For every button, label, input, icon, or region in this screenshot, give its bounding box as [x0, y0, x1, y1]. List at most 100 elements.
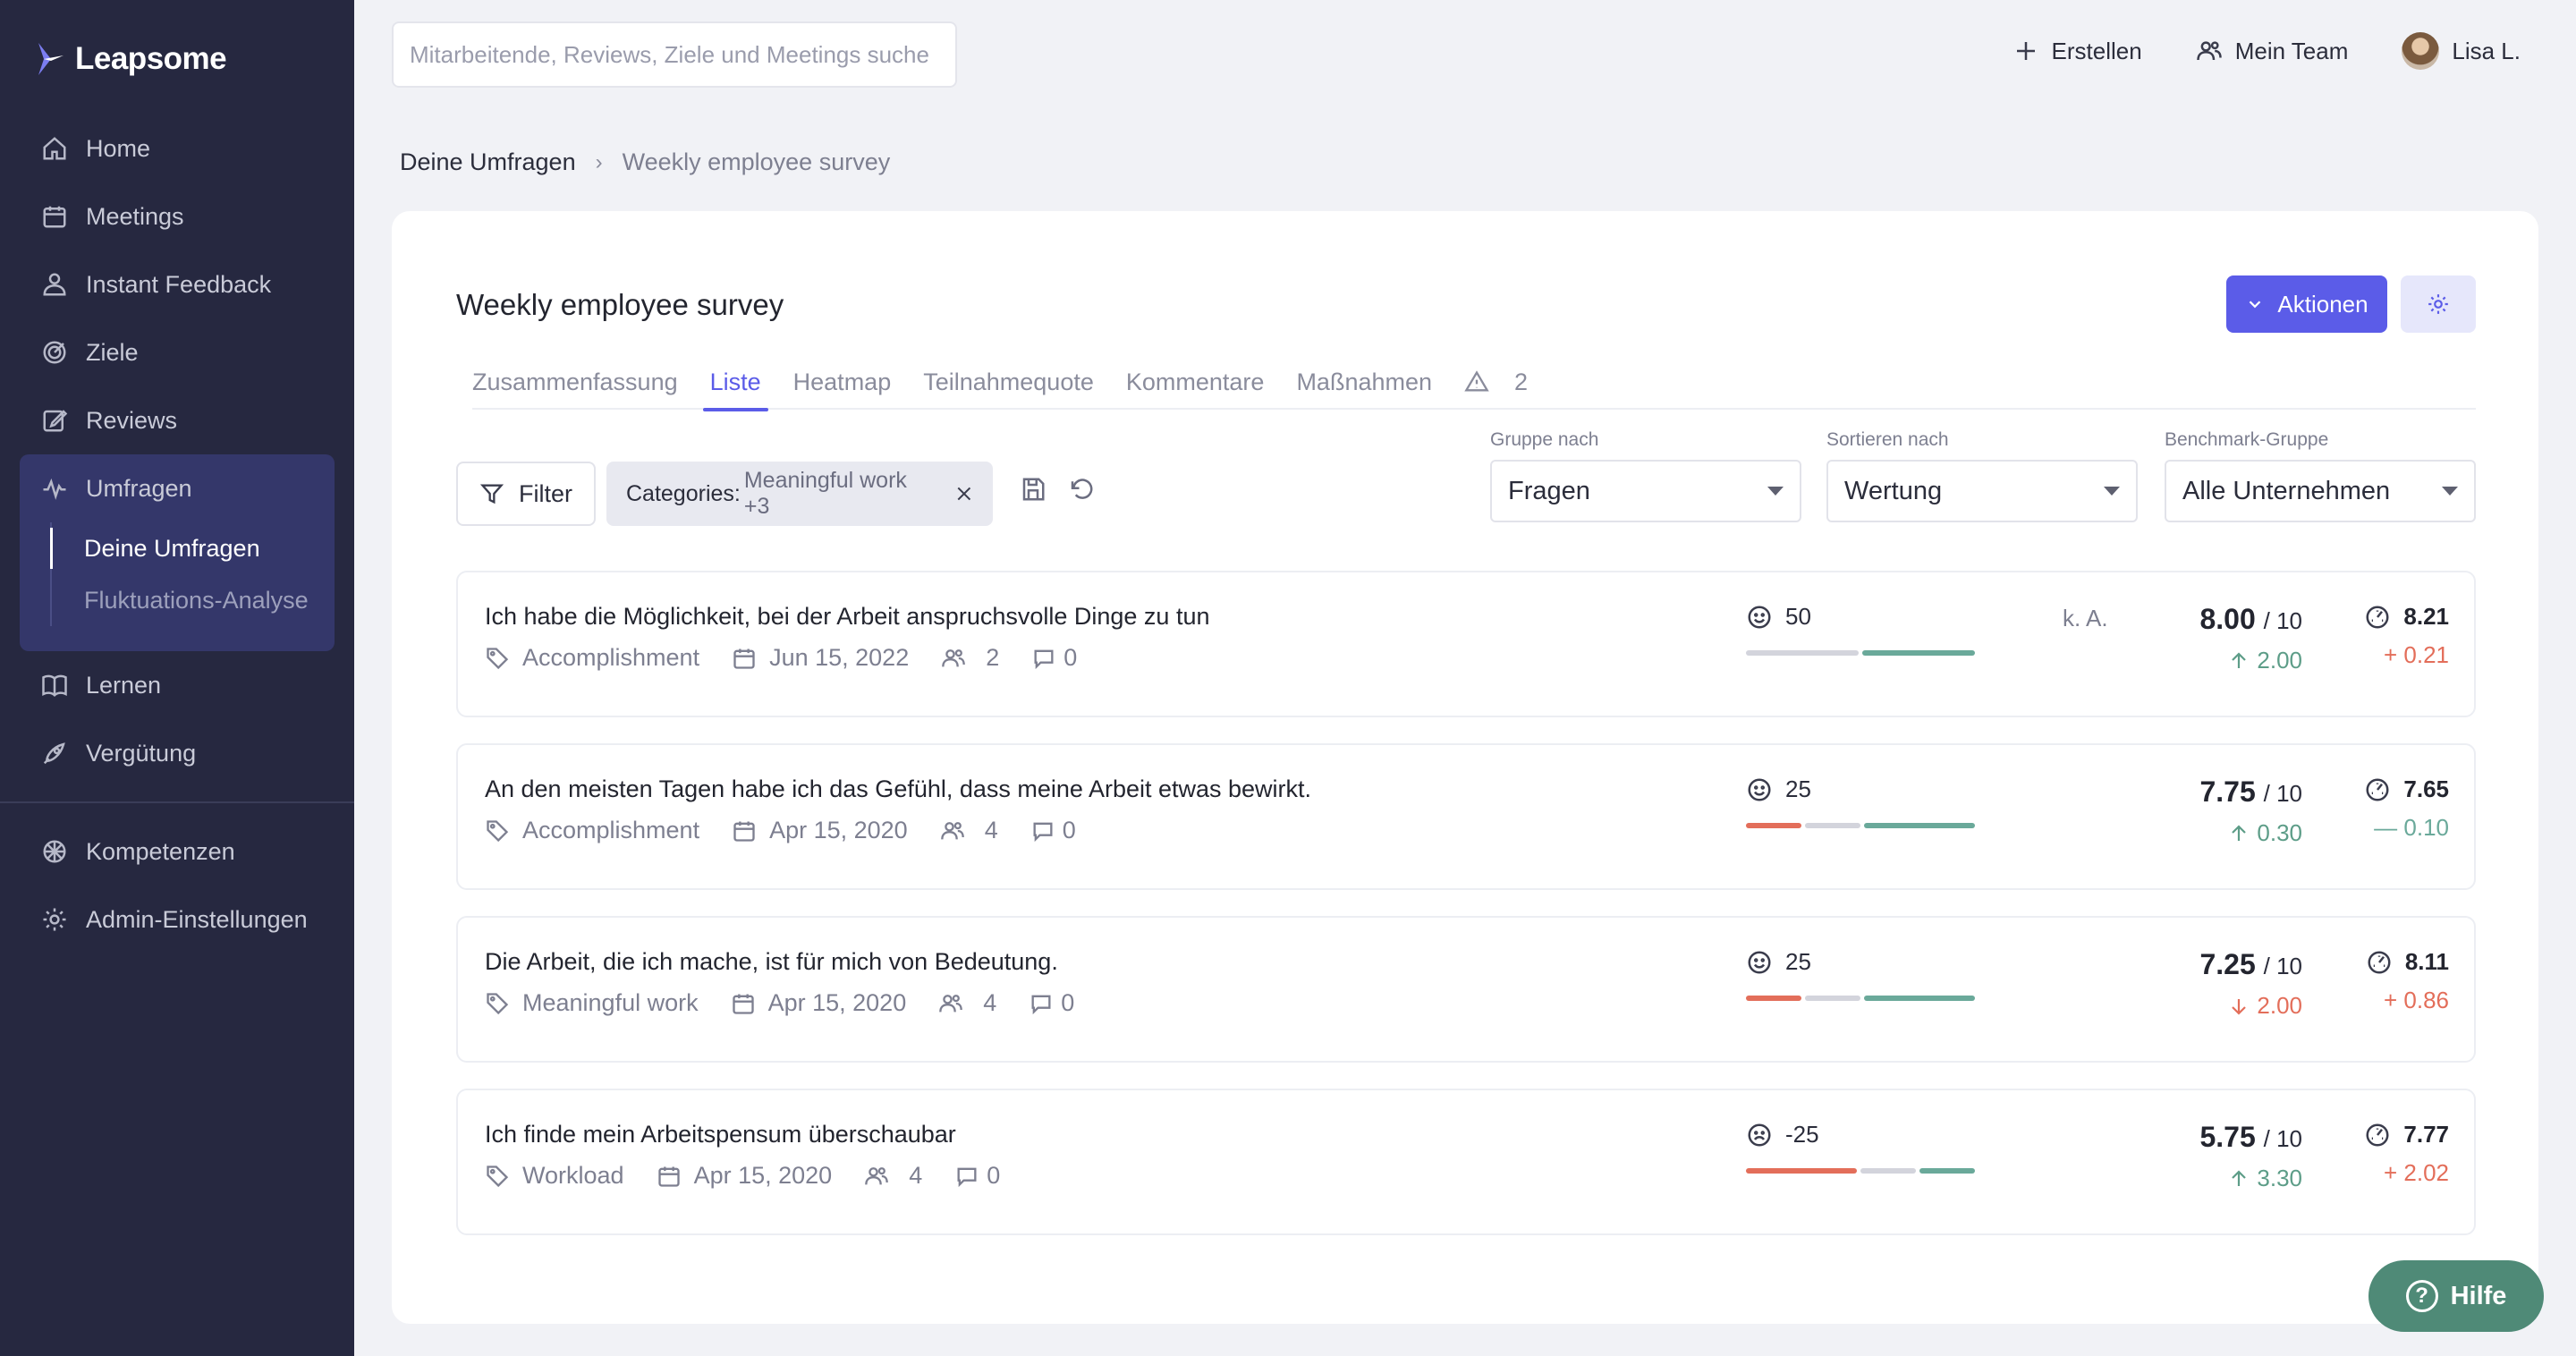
leapsome-logo-icon — [38, 43, 64, 75]
home-icon — [43, 137, 66, 160]
sentiment-score: 25 — [1746, 948, 1979, 1001]
survey-tabs: Zusammenfassung Liste Heatmap Teilnahmeq… — [472, 354, 2476, 411]
sidebar-item-instant-feedback[interactable]: Instant Feedback — [0, 250, 354, 318]
tab-zusammenfassung[interactable]: Zusammenfassung — [472, 354, 694, 410]
distribution-negative — [1746, 996, 1801, 1001]
my-team-button[interactable]: Mein Team — [2196, 38, 2348, 65]
comment-icon — [1033, 822, 1053, 842]
sidebar-item-label: Meetings — [86, 202, 184, 230]
chevron-down-icon — [2250, 301, 2261, 309]
sentiment-value: 25 — [1785, 775, 1811, 802]
tag-icon — [487, 819, 509, 842]
benchmark-dropdown[interactable]: Alle Unternehmen — [2165, 460, 2476, 522]
comment-count[interactable]: 0 — [1031, 644, 1077, 672]
question-row[interactable]: Ich finde mein Arbeitspensum überschauba… — [456, 1089, 2476, 1235]
settings-button[interactable] — [2401, 275, 2476, 333]
score-delta-value: 0.30 — [2257, 819, 2302, 846]
reset-icon — [1071, 479, 1093, 499]
sidebar-subitem-deine-umfragen[interactable]: Deine Umfragen — [50, 522, 335, 574]
respondents-value: 4 — [984, 817, 998, 843]
help-label: Hilfe — [2450, 1281, 2507, 1310]
sidebar-item-lernen[interactable]: Lernen — [0, 651, 354, 719]
calendar-icon — [43, 206, 66, 228]
group-by-dropdown[interactable]: Fragen — [1490, 460, 1801, 522]
sentiment-score-top: 50 — [1746, 603, 1979, 631]
sidebar-item-kompetenzen[interactable]: Kompetenzen — [0, 818, 354, 886]
smile-icon — [1748, 778, 1771, 801]
breadcrumb-parent[interactable]: Deine Umfragen — [400, 148, 576, 176]
question-row[interactable]: Die Arbeit, die ich mache, ist für mich … — [456, 916, 2476, 1063]
filter-button[interactable]: Filter — [456, 462, 596, 526]
group-by-value: Fragen — [1508, 476, 1590, 505]
avatar — [2402, 32, 2440, 70]
sidebar-item-meetings[interactable]: Meetings — [0, 182, 354, 250]
question-text: Ich finde mein Arbeitspensum überschauba… — [485, 1121, 956, 1148]
caret-down-icon — [2442, 487, 2458, 496]
sidebar-item-ziele[interactable]: Ziele — [0, 318, 354, 386]
sort-by-label: Sortieren nach — [1826, 429, 1949, 450]
tab-warnings[interactable]: 2 — [1448, 354, 1544, 410]
sort-by-dropdown[interactable]: Wertung — [1826, 460, 2138, 522]
question-date: Apr 15, 2020 — [732, 817, 908, 844]
leapsome-logo[interactable]: Leapsome — [36, 41, 227, 77]
search-input[interactable] — [392, 21, 957, 88]
target-icon — [43, 341, 66, 364]
sidebar-subitem-fluktuations-analyse[interactable]: Fluktuations-Analyse — [52, 574, 335, 626]
sidebar-item-home[interactable]: Home — [0, 114, 354, 182]
help-button[interactable]: ? Hilfe — [2368, 1260, 2544, 1332]
calendar-icon — [732, 994, 754, 1014]
warnings-count: 2 — [1514, 368, 1529, 395]
comment-count[interactable]: 0 — [954, 1162, 1000, 1190]
average-score-value: 5.75 / 10 — [2199, 1121, 2302, 1154]
sentiment-score: 25 — [1746, 775, 1979, 828]
sentiment-score: 50 — [1746, 603, 1979, 656]
sentiment-value: -25 — [1785, 1121, 1819, 1148]
group-by-label: Gruppe nach — [1490, 429, 1599, 450]
smile-icon — [1748, 606, 1771, 628]
save-filter-button[interactable] — [1020, 476, 1050, 506]
benchmark-main: 7.77 — [2364, 1121, 2449, 1148]
category-tag: Meaningful work — [485, 989, 699, 1017]
calendar-icon — [733, 821, 755, 842]
tab-kommentare[interactable]: Kommentare — [1110, 354, 1281, 410]
benchmark-value: 7.77 — [2403, 1121, 2449, 1148]
question-row[interactable]: An den meisten Tagen habe ich das Gefühl… — [456, 743, 2476, 890]
benchmark-gauge-icon — [2366, 606, 2389, 628]
score-value: 5.75 — [2199, 1121, 2256, 1153]
gear-icon — [2428, 294, 2448, 314]
reset-filter-button[interactable] — [1068, 476, 1098, 506]
close-icon[interactable] — [955, 485, 973, 503]
user-menu[interactable]: Lisa L. — [2402, 32, 2521, 70]
sidebar-item-umfragen[interactable]: Umfragen — [20, 454, 335, 522]
save-icon — [1022, 478, 1045, 501]
distribution-bar — [1746, 823, 1975, 828]
comment-count[interactable]: 0 — [1030, 817, 1076, 844]
score-delta-value: 2.00 — [2257, 647, 2302, 674]
distribution-positive — [1864, 823, 1975, 828]
sidebar-item-admin-einstellungen[interactable]: Admin-Einstellungen — [0, 886, 354, 953]
sidebar-item-verguetung[interactable]: Vergütung — [0, 719, 354, 787]
actions-button[interactable]: Aktionen — [2226, 275, 2387, 333]
date-label: Apr 15, 2020 — [767, 989, 907, 1016]
question-row[interactable]: Ich habe die Möglichkeit, bei der Arbeit… — [456, 571, 2476, 717]
tab-massnahmen[interactable]: Maßnahmen — [1280, 354, 1448, 410]
tab-liste[interactable]: Liste — [694, 354, 777, 411]
comments-value: 0 — [1062, 817, 1076, 843]
tab-teilnahmequote[interactable]: Teilnahmequote — [907, 354, 1110, 410]
category-filter-chip[interactable]: Categories: Meaningful work +3 — [606, 462, 993, 526]
sidebar-item-label: Home — [86, 134, 151, 162]
sentiment-score-top: 25 — [1746, 775, 1979, 803]
benchmark-score: 7.65 — 0.10 — [2364, 775, 2449, 842]
filter-icon — [479, 484, 504, 504]
sidebar-item-reviews[interactable]: Reviews — [0, 386, 354, 454]
sentiment-value: 50 — [1785, 603, 1811, 630]
tab-heatmap[interactable]: Heatmap — [777, 354, 908, 410]
sidebar-item-label: Lernen — [86, 671, 162, 699]
comment-count[interactable]: 0 — [1029, 989, 1074, 1017]
create-button[interactable]: Erstellen — [2012, 38, 2142, 65]
question-meta: Accomplishment Apr 15, 2020 4 0 — [485, 817, 1076, 844]
smile-icon — [1748, 951, 1771, 973]
breadcrumb: Deine Umfragen › Weekly employee survey — [400, 148, 890, 176]
benchmark-label: Benchmark-Gruppe — [2165, 429, 2329, 450]
benchmark-gauge-icon — [2366, 778, 2389, 801]
